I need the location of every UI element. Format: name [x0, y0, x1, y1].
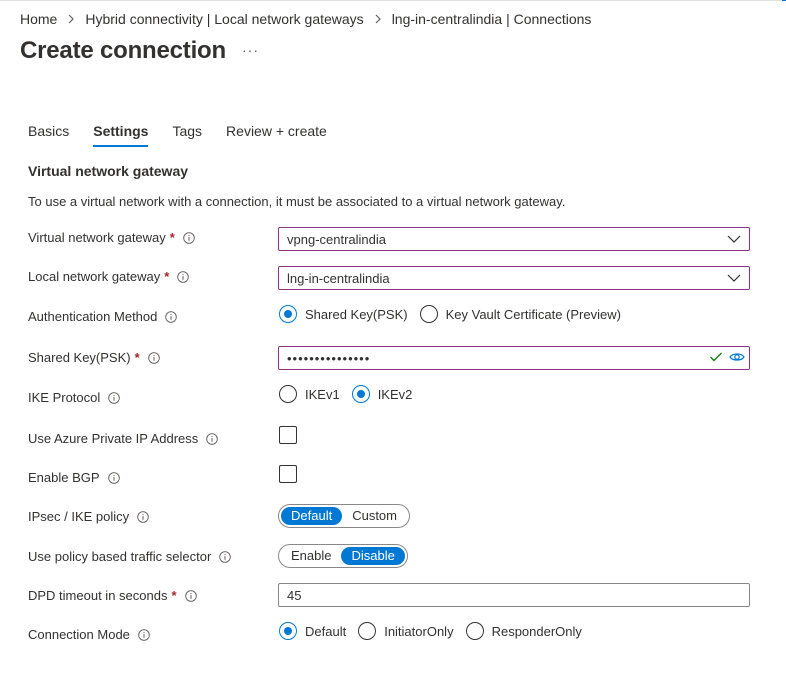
required-marker: * — [171, 588, 177, 603]
top-divider — [0, 0, 786, 1]
auth-label: Authentication Method — [28, 309, 158, 324]
vng-label: Virtual network gateway — [28, 230, 166, 245]
required-marker: * — [169, 230, 175, 245]
tab-basics[interactable]: Basics — [28, 123, 69, 147]
radio-unchecked[interactable] — [465, 622, 484, 640]
policy-option-enable[interactable]: Enable — [281, 547, 341, 565]
ike-option-v1[interactable]: IKEv1 — [279, 385, 340, 403]
auth-radio-group: Shared Key(PSK) Key Vault Certificate (P… — [279, 305, 633, 323]
radio-label: IKEv1 — [305, 386, 340, 402]
private-ip-label-row: Use Azure Private IP Address — [28, 431, 219, 446]
radio-label: Key Vault Certificate (Preview) — [445, 306, 621, 322]
policy-selector-label: Use policy based traffic selector — [28, 549, 212, 564]
radio-label: InitiatorOnly — [384, 623, 454, 639]
chevron-right-icon — [67, 14, 75, 24]
info-icon[interactable] — [138, 628, 150, 641]
lng-label: Local network gateway — [28, 269, 161, 284]
required-marker: * — [164, 269, 170, 284]
radio-checked[interactable] — [279, 305, 297, 323]
vng-label-row: Virtual network gateway * — [28, 230, 195, 245]
tab-tags[interactable]: Tags — [172, 123, 202, 147]
bgp-label-row: Enable BGP — [28, 470, 120, 485]
dpd-input[interactable]: 45 — [278, 583, 750, 607]
mode-label-row: Connection Mode — [28, 627, 150, 642]
section-title: Virtual network gateway — [28, 163, 189, 179]
info-icon[interactable] — [107, 471, 120, 484]
mode-radio-group: Default InitiatorOnly ResponderOnly — [279, 622, 594, 640]
lng-label-row: Local network gateway * — [28, 269, 190, 284]
radio-checked[interactable] — [279, 622, 297, 640]
policy-selector-toggle: Enable Disable — [278, 544, 408, 568]
psk-input-icons — [709, 351, 745, 363]
radio-label: Shared Key(PSK) — [305, 306, 408, 322]
eye-icon[interactable] — [729, 351, 745, 363]
radio-checked[interactable] — [351, 385, 370, 403]
lng-select[interactable]: lng-in-centralindia — [278, 266, 750, 290]
policy-option-disable[interactable]: Disable — [341, 547, 405, 565]
psk-label: Shared Key(PSK) — [28, 350, 131, 365]
vng-select[interactable]: vpng-centralindia — [278, 227, 750, 251]
info-icon[interactable] — [165, 310, 178, 323]
radio-unchecked[interactable] — [419, 305, 438, 323]
breadcrumb: Home Hybrid connectivity | Local network… — [20, 11, 591, 27]
ike-label: IKE Protocol — [28, 390, 101, 405]
info-icon[interactable] — [147, 351, 160, 364]
chevron-down-icon — [727, 233, 741, 245]
chevron-right-icon — [374, 14, 382, 24]
top-accent — [782, 0, 786, 1]
radio-unchecked[interactable] — [358, 622, 377, 640]
chevron-down-icon — [727, 272, 741, 284]
info-icon[interactable] — [108, 391, 121, 404]
policy-selector-label-row: Use policy based traffic selector — [28, 549, 232, 564]
private-ip-checkbox[interactable] — [279, 426, 297, 444]
radio-label: IKEv2 — [377, 386, 413, 402]
tab-settings[interactable]: Settings — [93, 123, 149, 147]
psk-value: ••••••••••••••• — [287, 350, 371, 366]
ipsec-option-custom[interactable]: Custom — [342, 507, 407, 525]
tab-bar: Basics Settings Tags Review + create — [28, 123, 351, 147]
required-marker: * — [134, 350, 140, 365]
more-options-button[interactable]: ··· — [242, 42, 259, 58]
ipsec-toggle: Default Custom — [278, 504, 410, 528]
section-description: To use a virtual network with a connecti… — [28, 194, 566, 209]
ipsec-label: IPsec / IKE policy — [28, 509, 130, 524]
radio-label: Default — [305, 623, 347, 639]
info-icon[interactable] — [184, 589, 197, 602]
ipsec-label-row: IPsec / IKE policy — [28, 509, 149, 524]
radio-label: ResponderOnly — [491, 623, 582, 639]
mode-label: Connection Mode — [28, 627, 130, 642]
breadcrumb-home[interactable]: Home — [20, 11, 57, 27]
info-icon[interactable] — [177, 270, 190, 283]
dpd-label-row: DPD timeout in seconds * — [28, 588, 197, 603]
private-ip-label: Use Azure Private IP Address — [28, 431, 199, 446]
lng-value: lng-in-centralindia — [287, 270, 390, 286]
auth-option-psk[interactable]: Shared Key(PSK) — [279, 305, 408, 323]
vng-value: vpng-centralindia — [287, 231, 387, 247]
info-icon[interactable] — [183, 231, 195, 244]
bgp-label: Enable BGP — [28, 470, 100, 485]
breadcrumb-connections[interactable]: lng-in-centralindia | Connections — [392, 11, 592, 27]
ike-option-v2[interactable]: IKEv2 — [351, 385, 413, 403]
dpd-label: DPD timeout in seconds — [28, 588, 168, 603]
page-title: Create connection — [20, 37, 226, 64]
checkmark-icon — [709, 351, 723, 363]
bgp-checkbox[interactable] — [279, 465, 297, 483]
dpd-value: 45 — [287, 587, 302, 603]
psk-label-row: Shared Key(PSK) * — [28, 350, 160, 365]
ipsec-option-default[interactable]: Default — [281, 507, 343, 525]
auth-label-row: Authentication Method — [28, 309, 178, 324]
ike-radio-group: IKEv1 IKEv2 — [279, 385, 424, 403]
tab-review-create[interactable]: Review + create — [226, 123, 327, 147]
mode-option-responder[interactable]: ResponderOnly — [465, 622, 582, 640]
mode-option-default[interactable]: Default — [279, 622, 346, 640]
info-icon[interactable] — [219, 550, 232, 563]
psk-input[interactable]: ••••••••••••••• — [278, 346, 750, 370]
radio-unchecked[interactable] — [279, 385, 297, 403]
ike-label-row: IKE Protocol — [28, 390, 121, 405]
info-icon[interactable] — [137, 510, 149, 523]
auth-option-keyvault[interactable]: Key Vault Certificate (Preview) — [419, 305, 621, 323]
info-icon[interactable] — [206, 432, 219, 445]
breadcrumb-local-network-gateways[interactable]: Hybrid connectivity | Local network gate… — [85, 11, 363, 27]
mode-option-initiator[interactable]: InitiatorOnly — [358, 622, 454, 640]
